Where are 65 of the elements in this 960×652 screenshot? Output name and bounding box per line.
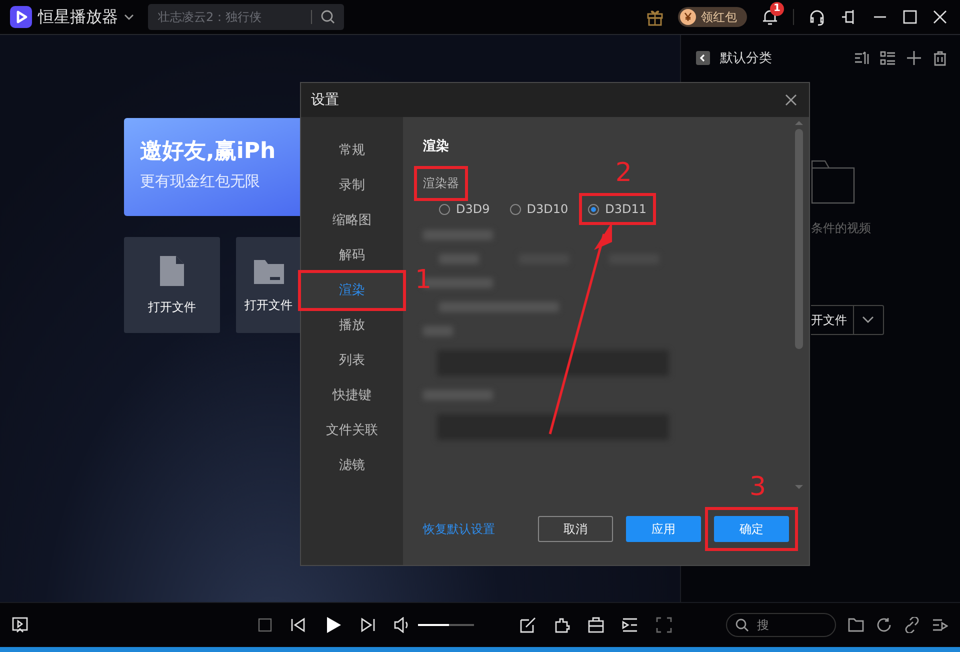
headset-icon[interactable]	[808, 8, 826, 26]
highlight-frame	[414, 166, 468, 201]
search-input[interactable]: 壮志凌云2：独行侠	[156, 9, 303, 25]
toolbox-icon[interactable]	[588, 617, 604, 633]
link-icon[interactable]	[904, 617, 920, 633]
renderer-label: 渲染器	[423, 175, 459, 192]
app-title[interactable]: 恒星播放器	[38, 6, 118, 28]
play-icon[interactable]	[324, 616, 342, 634]
step-number: 2	[615, 160, 632, 186]
nav-item[interactable]: 播放	[301, 308, 403, 343]
open-file-tile[interactable]: 打开文件	[236, 237, 301, 333]
close-icon[interactable]	[785, 94, 797, 106]
banner-subtitle: 更有现金红包无限	[140, 172, 261, 191]
list-icon[interactable]	[880, 50, 896, 66]
banner-title: 邀好友,赢iPh	[140, 138, 277, 166]
search-icon	[735, 618, 749, 632]
radio-option[interactable]: D3D10	[510, 202, 568, 216]
playlist-title: 默认分类	[720, 50, 772, 67]
nav-item[interactable]: 录制	[301, 168, 403, 203]
section-title: 渲染	[423, 138, 450, 155]
playlist-icon[interactable]	[622, 617, 638, 633]
fullscreen-icon[interactable]	[656, 617, 672, 633]
plus-icon[interactable]	[906, 50, 922, 66]
folder-icon[interactable]	[848, 617, 864, 633]
nav-item[interactable]: 缩略图	[301, 203, 403, 238]
play-list-icon[interactable]	[932, 617, 948, 633]
edit-icon[interactable]	[520, 617, 536, 633]
open-file-split-button[interactable]: 开文件	[811, 305, 884, 335]
step-number: 3	[750, 474, 766, 500]
radio-option[interactable]: D3D9	[439, 202, 490, 216]
empty-message: 条件的视频	[811, 220, 872, 237]
search-icon[interactable]	[320, 9, 336, 25]
nav-item[interactable]: 解码	[301, 238, 403, 273]
screen-cast-icon[interactable]	[12, 617, 28, 633]
puzzle-icon[interactable]	[554, 617, 570, 633]
next-icon[interactable]	[360, 617, 376, 633]
open-file-tile[interactable]: 打开文件	[124, 237, 220, 333]
chevron-down-icon[interactable]	[124, 13, 134, 21]
previous-icon[interactable]	[290, 617, 306, 633]
notification-badge: 1	[770, 2, 784, 16]
dialog-title: 设置	[311, 91, 339, 109]
dialog-button[interactable]: 取消	[538, 516, 613, 542]
nav-item[interactable]: 快捷键	[301, 378, 403, 413]
yuan-coin-icon	[680, 9, 696, 25]
stop-icon[interactable]	[258, 618, 272, 632]
volume-icon[interactable]	[394, 617, 410, 633]
search-input[interactable]: 搜	[755, 617, 819, 633]
nav-item[interactable]: 列表	[301, 343, 403, 378]
trash-icon[interactable]	[932, 50, 948, 66]
refresh-icon[interactable]	[876, 617, 892, 633]
gift-icon[interactable]	[646, 8, 664, 26]
play-logo-icon	[10, 6, 32, 28]
nav-item[interactable]: 文件关联	[301, 413, 403, 448]
maximize-icon[interactable]	[902, 9, 918, 25]
sort-icon[interactable]	[854, 50, 870, 66]
collapse-icon[interactable]	[696, 51, 710, 65]
search-bar[interactable]: 壮志凌云2：独行侠	[148, 4, 344, 30]
cash-gift-button[interactable]: 领红包	[678, 7, 747, 27]
nav-item[interactable]: 滤镜	[301, 448, 403, 483]
step-number: 1	[415, 267, 432, 293]
nav-item[interactable]: 常规	[301, 133, 403, 168]
document-icon	[159, 254, 185, 286]
search-bar[interactable]: 搜	[726, 613, 836, 637]
chevron-down-icon[interactable]	[862, 316, 874, 324]
radio-option[interactable]: D3D11	[588, 202, 647, 216]
